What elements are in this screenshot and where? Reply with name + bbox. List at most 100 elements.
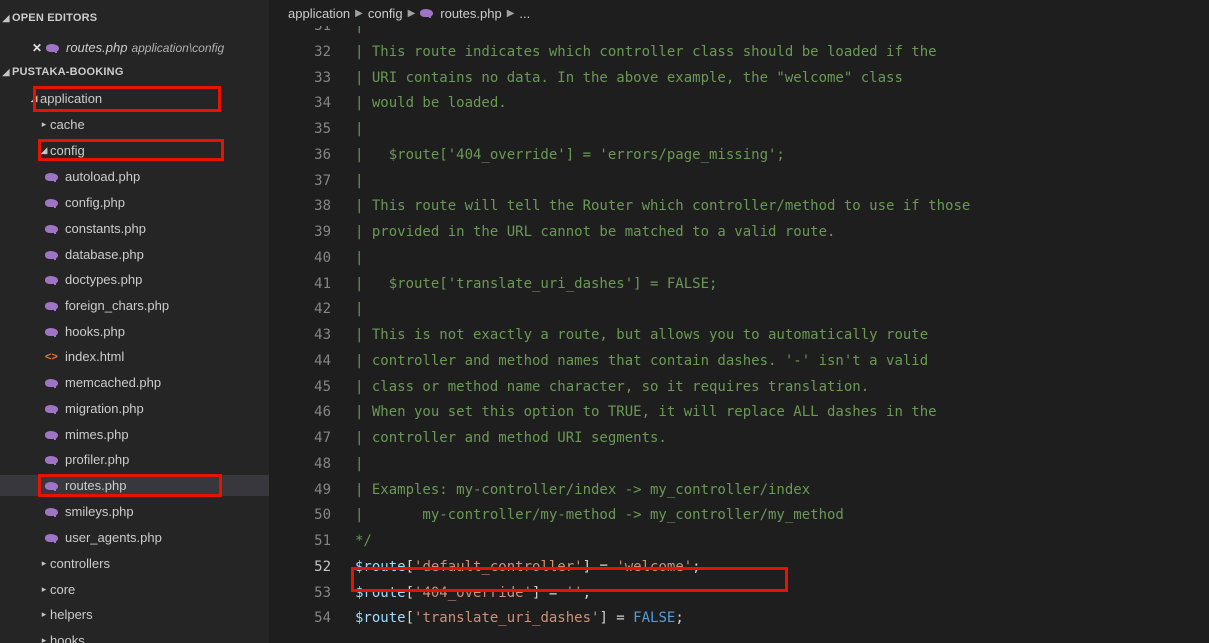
code-line[interactable]: 35 | xyxy=(269,119,1209,140)
code-line[interactable]: 52 $route['default_controller'] = 'welcom… xyxy=(269,557,1209,578)
file-item[interactable]: user_agents.php xyxy=(0,527,269,548)
code-token: [ xyxy=(405,610,415,627)
folder-application[interactable]: ◢ application xyxy=(0,88,269,109)
line-number: 45 xyxy=(314,378,331,395)
collapse-triangle-icon: ◢ xyxy=(2,12,10,23)
code-editor[interactable]: 31 | 32 | This route indicates which contro… xyxy=(269,26,1209,643)
file-item[interactable]: autoload.php xyxy=(0,166,269,187)
file-item-selected[interactable]: routes.php xyxy=(0,475,269,496)
project-header[interactable]: ◢ PUSTAKA-BOOKING xyxy=(0,63,269,81)
code-line[interactable]: 45 | class or method name character, so i… xyxy=(269,377,1209,398)
code-token: ; xyxy=(675,610,684,627)
code-token: $route xyxy=(355,558,406,575)
php-file-icon xyxy=(45,224,60,234)
file-item[interactable]: smileys.php xyxy=(0,501,269,522)
code-token: ; xyxy=(582,584,592,601)
file-item[interactable]: profiler.php xyxy=(0,449,269,470)
code-line[interactable]: 32 | This route indicates which controlle… xyxy=(269,42,1209,63)
close-icon[interactable]: ✕ xyxy=(32,41,46,55)
code-line[interactable]: 43 | This is not exactly a route, but all… xyxy=(269,325,1209,346)
line-number: 34 xyxy=(314,95,331,112)
code-line[interactable]: 36 | $route['404_override'] = 'errors/pag… xyxy=(269,145,1209,166)
folder-core[interactable]: ▸ core xyxy=(0,579,269,600)
file-item[interactable]: memcached.php xyxy=(0,372,269,393)
line-number: 40 xyxy=(314,249,331,266)
folder-controllers[interactable]: ▸ controllers xyxy=(0,553,269,574)
line-number: 38 xyxy=(314,198,331,215)
code-line[interactable]: 44 | controller and method names that con… xyxy=(269,351,1209,372)
code-text: | xyxy=(355,249,364,266)
code-line[interactable]: 48 | xyxy=(269,454,1209,475)
explorer-sidebar: ◢ OPEN EDITORS ✕ routes.php application\… xyxy=(0,0,269,643)
code-text: | This is not exactly a route, but allow… xyxy=(355,327,929,343)
code-line[interactable]: 53 $route['404_override'] = ''; xyxy=(269,583,1209,604)
line-number: 48 xyxy=(314,455,331,472)
line-number: 37 xyxy=(314,172,331,189)
chevron-right-icon: ▶ xyxy=(506,7,515,19)
code-token: 'default_controller' xyxy=(414,558,583,575)
code-text: | When you set this option to TRUE, it w… xyxy=(355,404,937,421)
code-line[interactable]: 54 $route['translate_uri_dashes'] = FALSE… xyxy=(269,608,1209,629)
file-item[interactable]: foreign_chars.php xyxy=(0,295,269,316)
folder-helpers[interactable]: ▸ helpers xyxy=(0,604,269,625)
file-item[interactable]: hooks.php xyxy=(0,321,269,342)
file-item[interactable]: mimes.php xyxy=(0,424,269,445)
code-line[interactable]: 51 */ xyxy=(269,531,1209,552)
file-item[interactable]: doctypes.php xyxy=(0,269,269,290)
code-text: | my-controller/my-method -> my_controll… xyxy=(355,507,844,524)
code-line[interactable]: 34 | would be loaded. xyxy=(269,93,1209,114)
line-number: 53 xyxy=(314,584,331,601)
php-file-icon xyxy=(45,198,60,208)
folder-hooks[interactable]: ▸ hooks xyxy=(0,630,269,643)
code-line[interactable]: 41 | $route['translate_uri_dashes'] = FAL… xyxy=(269,274,1209,295)
code-line[interactable]: 49 | Examples: my-controller/index -> my_… xyxy=(269,480,1209,501)
file-item[interactable]: config.php xyxy=(0,192,269,213)
code-line[interactable]: 38 | This route will tell the Router whic… xyxy=(269,196,1209,217)
code-line[interactable]: 46 | When you set this option to TRUE, it… xyxy=(269,402,1209,423)
code-text: | xyxy=(355,455,364,472)
file-item[interactable]: migration.php xyxy=(0,398,269,419)
php-file-icon xyxy=(45,507,60,517)
open-editors-header[interactable]: ◢ OPEN EDITORS xyxy=(0,9,269,27)
breadcrumb-item[interactable]: ... xyxy=(519,6,530,21)
php-file-icon xyxy=(45,533,60,543)
php-file-icon xyxy=(46,43,61,53)
line-number: 50 xyxy=(314,507,331,524)
php-file-icon xyxy=(45,455,60,465)
folder-cache[interactable]: ▸ cache xyxy=(0,114,269,135)
line-number: 35 xyxy=(314,121,331,137)
code-text: | xyxy=(355,172,364,189)
php-file-icon xyxy=(45,378,60,388)
folder-config[interactable]: ◢ config xyxy=(0,140,269,161)
php-file-icon xyxy=(45,404,60,414)
code-line[interactable]: 47 | controller and method URI segments. xyxy=(269,428,1209,449)
file-item[interactable]: database.php xyxy=(0,244,269,265)
code-text: | controller and method names that conta… xyxy=(355,352,929,369)
line-number: 54 xyxy=(314,610,331,627)
breadcrumb-item[interactable]: config xyxy=(368,6,403,21)
breadcrumb-item[interactable]: routes.php xyxy=(440,6,501,21)
code-line[interactable]: 40 | xyxy=(269,248,1209,269)
code-line[interactable]: 33 | URI contains no data. In the above e… xyxy=(269,68,1209,89)
code-text: | This route will tell the Router which … xyxy=(355,198,971,215)
code-text: | $route['404_override'] = 'errors/page_… xyxy=(355,146,785,163)
code-text: | controller and method URI segments. xyxy=(355,430,667,446)
file-item[interactable]: <> index.html xyxy=(0,346,269,367)
code-token: '' xyxy=(565,584,583,601)
code-line[interactable]: 50 | my-controller/my-method -> my_contro… xyxy=(269,505,1209,526)
code-token: ] = xyxy=(599,610,634,627)
expanded-folder-icon: ◢ xyxy=(40,145,48,155)
breadcrumb-item[interactable]: application xyxy=(288,6,350,21)
code-token: [ xyxy=(405,558,415,575)
code-text: $route['404_override'] = ''; xyxy=(355,583,591,604)
line-number: 52 xyxy=(314,558,331,575)
code-token: 'translate_uri_dashes' xyxy=(414,610,600,627)
open-editor-item-routes[interactable]: ✕ routes.php application\config xyxy=(0,37,269,58)
code-line[interactable]: 39 | provided in the URL cannot be matche… xyxy=(269,222,1209,243)
code-text: | would be loaded. xyxy=(355,95,507,112)
file-item[interactable]: constants.php xyxy=(0,218,269,239)
code-line[interactable]: 37 | xyxy=(269,171,1209,192)
code-token: ] = xyxy=(582,558,617,575)
code-line[interactable]: 31 | xyxy=(269,26,1209,37)
code-line[interactable]: 42 | xyxy=(269,299,1209,320)
